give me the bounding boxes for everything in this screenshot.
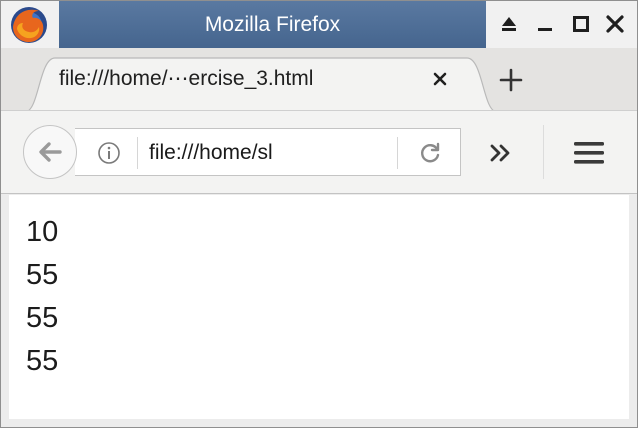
url-input[interactable]: file:///home/sl (149, 141, 341, 165)
output-line: 10 (26, 216, 59, 248)
tab-strip: file:///home/⋯ercise_3.html (1, 48, 637, 112)
toolbar-divider (543, 125, 544, 179)
back-arrow-icon (39, 142, 62, 162)
url-divider (397, 137, 398, 169)
new-tab-button[interactable] (489, 58, 533, 102)
eject-icon[interactable] (495, 10, 523, 38)
output-line: 55 (26, 345, 59, 377)
page-content: 10 55 55 55 (9, 195, 629, 419)
output-list: 10 55 55 55 (9, 195, 629, 383)
minimize-icon[interactable] (531, 10, 559, 38)
firefox-logo-icon (9, 5, 49, 45)
output-line: 55 (26, 259, 59, 291)
overflow-chevron-icon[interactable] (479, 133, 523, 173)
tab-label: file:///home/⋯ercise_3.html (59, 67, 314, 90)
reload-icon[interactable] (415, 138, 445, 168)
navigation-toolbar: file:///home/sl (1, 110, 637, 194)
tab-close-icon[interactable] (425, 64, 455, 94)
title-bar[interactable]: Mozilla Firefox (1, 1, 637, 48)
window-title: Mozilla Firefox (59, 1, 486, 48)
browser-window: Mozilla Firefox file:///home/⋯ercise_3.h… (0, 0, 638, 428)
maximize-icon[interactable] (567, 10, 595, 38)
info-icon[interactable] (97, 141, 121, 165)
new-tab-plus-icon (499, 68, 523, 92)
hamburger-menu-icon[interactable] (567, 131, 611, 175)
tab-active[interactable]: file:///home/⋯ercise_3.html (25, 56, 497, 112)
close-icon[interactable] (601, 10, 629, 38)
back-button[interactable] (23, 125, 77, 179)
url-bar[interactable]: file:///home/sl (75, 128, 461, 176)
url-divider (137, 137, 138, 169)
output-line: 55 (26, 302, 59, 334)
